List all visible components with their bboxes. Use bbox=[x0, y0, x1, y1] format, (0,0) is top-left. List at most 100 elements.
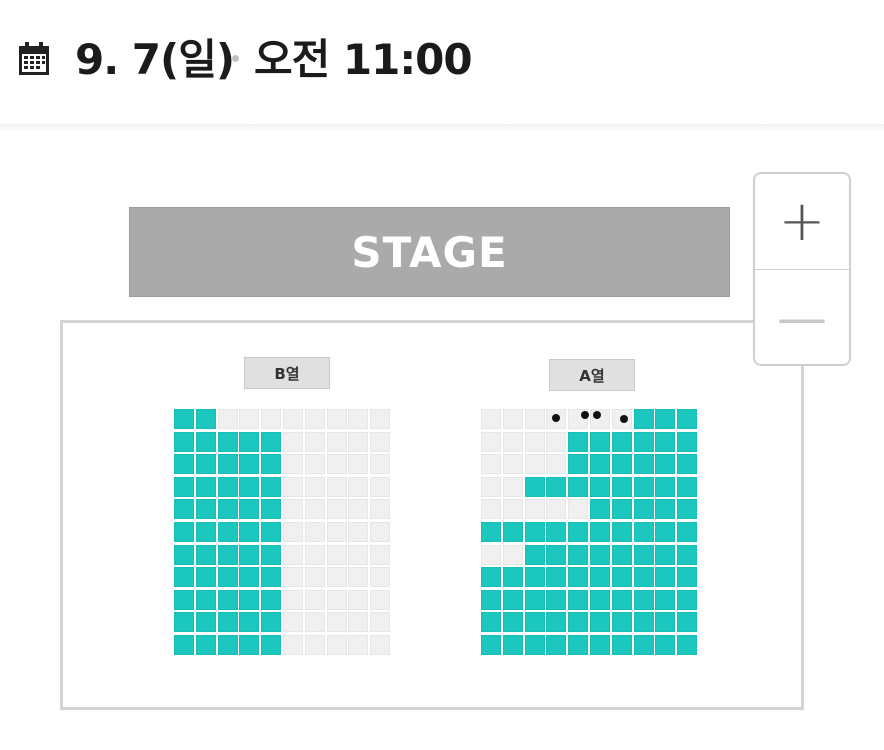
seat-a-9-1[interactable] bbox=[481, 589, 501, 610]
seat-b-3-2[interactable] bbox=[195, 454, 216, 475]
seat-a-7-10[interactable] bbox=[677, 544, 698, 565]
seat-a-11-4[interactable] bbox=[546, 635, 567, 655]
seat-b-11-4[interactable] bbox=[239, 635, 260, 655]
seat-a-10-8[interactable] bbox=[633, 612, 654, 633]
seat-b-10-4[interactable] bbox=[239, 612, 260, 633]
seat-a-10-5[interactable] bbox=[568, 612, 589, 633]
seat-b-3-5[interactable] bbox=[261, 454, 282, 475]
seat-a-4-10[interactable] bbox=[677, 476, 698, 497]
seat-b-2-5[interactable] bbox=[261, 431, 282, 452]
seat-a-6-10[interactable] bbox=[677, 522, 698, 542]
seat-a-4-4[interactable] bbox=[546, 476, 567, 497]
seat-b-3-3[interactable] bbox=[217, 454, 238, 475]
seat-a-3-5[interactable] bbox=[568, 454, 589, 475]
zoom-out-button[interactable]: — bbox=[755, 270, 849, 364]
seat-b-3-4[interactable] bbox=[239, 454, 260, 475]
seat-a-11-8[interactable] bbox=[633, 635, 654, 655]
seat-a-9-6[interactable] bbox=[590, 589, 610, 610]
seat-a-11-7[interactable] bbox=[611, 635, 632, 655]
seat-a-6-9[interactable] bbox=[655, 522, 676, 542]
seat-a-3-10[interactable] bbox=[677, 454, 698, 475]
seat-b-8-5[interactable] bbox=[261, 567, 282, 588]
seat-a-10-4[interactable] bbox=[546, 612, 567, 633]
seat-a-7-9[interactable] bbox=[655, 544, 676, 565]
seat-b-2-2[interactable] bbox=[195, 431, 216, 452]
seat-a-9-4[interactable] bbox=[546, 589, 567, 610]
seat-a-9-8[interactable] bbox=[633, 589, 654, 610]
seat-a-3-9[interactable] bbox=[655, 454, 676, 475]
zoom-in-button[interactable]: + bbox=[755, 174, 849, 269]
seat-b-5-4[interactable] bbox=[239, 499, 260, 520]
seat-b-4-3[interactable] bbox=[217, 476, 238, 497]
seat-a-4-8[interactable] bbox=[633, 476, 654, 497]
seat-b-1-1[interactable] bbox=[174, 409, 194, 429]
seat-a-8-5[interactable] bbox=[568, 567, 589, 588]
seat-a-9-2[interactable] bbox=[502, 589, 523, 610]
seat-b-7-1[interactable] bbox=[174, 544, 194, 565]
seat-a-11-1[interactable] bbox=[481, 635, 501, 655]
seat-b-4-2[interactable] bbox=[195, 476, 216, 497]
seat-a-4-3[interactable] bbox=[524, 476, 545, 497]
seat-a-3-7[interactable] bbox=[611, 454, 632, 475]
seat-a-2-9[interactable] bbox=[655, 431, 676, 452]
seat-b-6-5[interactable] bbox=[261, 522, 282, 542]
seat-a-6-8[interactable] bbox=[633, 522, 654, 542]
seat-a-5-6[interactable] bbox=[590, 499, 610, 520]
seat-a-8-6[interactable] bbox=[590, 567, 610, 588]
seat-b-7-2[interactable] bbox=[195, 544, 216, 565]
seat-b-7-3[interactable] bbox=[217, 544, 238, 565]
seat-b-10-5[interactable] bbox=[261, 612, 282, 633]
seat-a-9-3[interactable] bbox=[524, 589, 545, 610]
seat-a-10-10[interactable] bbox=[677, 612, 698, 633]
seat-b-9-2[interactable] bbox=[195, 589, 216, 610]
seat-b-7-4[interactable] bbox=[239, 544, 260, 565]
seat-a-9-9[interactable] bbox=[655, 589, 676, 610]
seat-b-4-5[interactable] bbox=[261, 476, 282, 497]
seat-b-5-2[interactable] bbox=[195, 499, 216, 520]
seat-a-4-7[interactable] bbox=[611, 476, 632, 497]
seat-b-9-1[interactable] bbox=[174, 589, 194, 610]
seat-a-8-3[interactable] bbox=[524, 567, 545, 588]
seat-b-5-3[interactable] bbox=[217, 499, 238, 520]
seat-b-5-1[interactable] bbox=[174, 499, 194, 520]
seat-a-5-8[interactable] bbox=[633, 499, 654, 520]
seat-a-10-6[interactable] bbox=[590, 612, 610, 633]
seat-a-7-3[interactable] bbox=[524, 544, 545, 565]
seat-a-8-9[interactable] bbox=[655, 567, 676, 588]
seat-a-6-7[interactable] bbox=[611, 522, 632, 542]
seat-b-8-1[interactable] bbox=[174, 567, 194, 588]
seat-a-11-9[interactable] bbox=[655, 635, 676, 655]
seat-a-3-8[interactable] bbox=[633, 454, 654, 475]
seat-b-6-2[interactable] bbox=[195, 522, 216, 542]
seat-a-4-9[interactable] bbox=[655, 476, 676, 497]
seat-a-9-10[interactable] bbox=[677, 589, 698, 610]
seat-b-7-5[interactable] bbox=[261, 544, 282, 565]
seat-a-7-7[interactable] bbox=[611, 544, 632, 565]
seat-a-2-8[interactable] bbox=[633, 431, 654, 452]
seat-b-10-3[interactable] bbox=[217, 612, 238, 633]
seat-b-11-2[interactable] bbox=[195, 635, 216, 655]
seat-a-8-8[interactable] bbox=[633, 567, 654, 588]
seat-a-3-6[interactable] bbox=[590, 454, 610, 475]
seat-a-7-8[interactable] bbox=[633, 544, 654, 565]
seat-a-7-6[interactable] bbox=[590, 544, 610, 565]
seat-a-4-6[interactable] bbox=[590, 476, 610, 497]
seat-a-2-10[interactable] bbox=[677, 431, 698, 452]
seat-b-1-2[interactable] bbox=[195, 409, 216, 429]
seat-b-10-1[interactable] bbox=[174, 612, 194, 633]
seat-a-10-9[interactable] bbox=[655, 612, 676, 633]
seat-a-6-5[interactable] bbox=[568, 522, 589, 542]
seat-a-9-5[interactable] bbox=[568, 589, 589, 610]
seat-a-11-6[interactable] bbox=[590, 635, 610, 655]
seat-b-6-3[interactable] bbox=[217, 522, 238, 542]
seat-a-6-2[interactable] bbox=[502, 522, 523, 542]
seat-b-10-2[interactable] bbox=[195, 612, 216, 633]
seat-a-8-1[interactable] bbox=[481, 567, 501, 588]
seat-a-5-7[interactable] bbox=[611, 499, 632, 520]
seat-b-2-4[interactable] bbox=[239, 431, 260, 452]
seat-a-8-7[interactable] bbox=[611, 567, 632, 588]
seat-a-10-2[interactable] bbox=[502, 612, 523, 633]
seat-a-6-3[interactable] bbox=[524, 522, 545, 542]
seat-a-1-8[interactable] bbox=[633, 409, 654, 429]
seat-a-6-4[interactable] bbox=[546, 522, 567, 542]
